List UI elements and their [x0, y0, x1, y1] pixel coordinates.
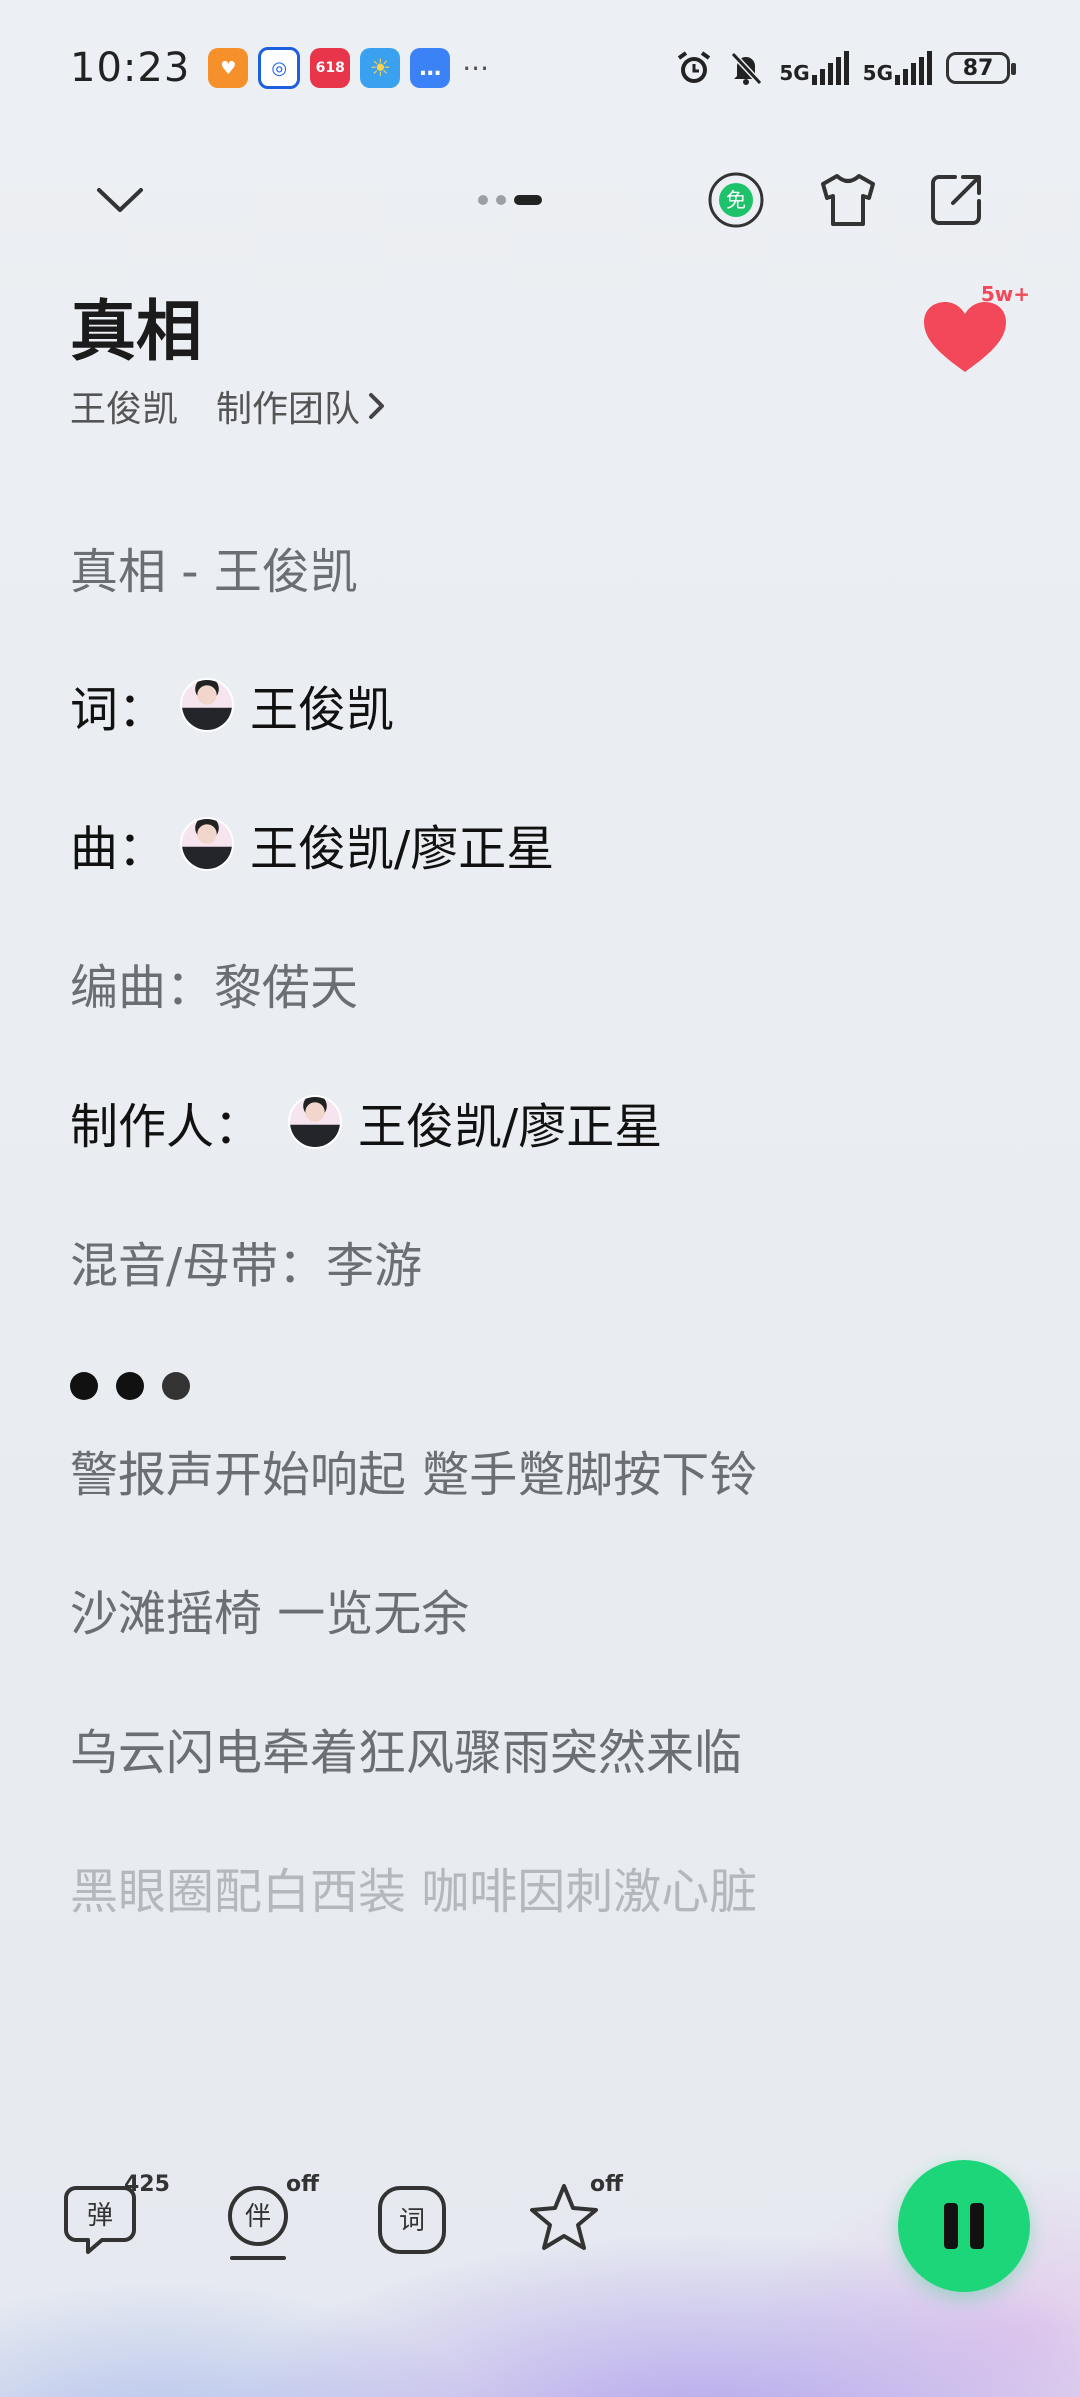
- chevron-right-icon: [369, 393, 385, 419]
- artist-link[interactable]: 王俊凯: [70, 380, 178, 432]
- network-type-2: 5G: [862, 61, 893, 85]
- progress-dot: [162, 1372, 190, 1400]
- mute-bell-icon: [731, 51, 763, 86]
- production-team-label: 制作团队: [216, 389, 361, 430]
- free-badge-icon: 免: [708, 172, 764, 228]
- collapse-button[interactable]: [90, 170, 150, 230]
- theme-skin-button[interactable]: [814, 166, 882, 234]
- lyric-line: 乌云闪电牵着狂风骤雨突然来临: [70, 1713, 742, 1783]
- app-notif-orange-icon: ♥: [208, 48, 249, 88]
- lyrics-icon: 词: [378, 2186, 446, 2254]
- accompany-label: 伴: [245, 2202, 271, 2232]
- progress-dot: [70, 1372, 98, 1400]
- danmaku-label: 弹: [87, 2201, 113, 2231]
- artist-avatar[interactable]: [290, 1097, 341, 1147]
- credit-value[interactable]: 王俊凯/廖正星: [358, 1087, 662, 1157]
- artist-avatar[interactable]: [182, 680, 233, 730]
- lyrics-button[interactable]: 词: [374, 2180, 464, 2270]
- pause-icon: [938, 2203, 990, 2249]
- accompany-state: off: [286, 2172, 319, 2197]
- artist-avatar[interactable]: [182, 819, 233, 869]
- share-button[interactable]: [922, 166, 990, 234]
- credit-producer: 制作人： 王俊凯/廖正星: [70, 1087, 662, 1157]
- credit-value[interactable]: 王俊凯: [250, 670, 394, 740]
- lyric-progress-dots: [70, 1372, 190, 1400]
- battery-level: 87: [962, 55, 994, 81]
- network-type-1: 5G: [779, 61, 810, 85]
- credit-label: 词：: [70, 682, 167, 738]
- heart-icon: [924, 302, 1006, 372]
- accompany-button[interactable]: 伴 off: [224, 2172, 319, 2270]
- status-right-icons: 5G 5G 87: [675, 49, 1016, 87]
- favorite-effect-button[interactable]: off: [528, 2172, 623, 2270]
- credit-lyricist: 词： 王俊凯: [70, 670, 394, 740]
- lyric-line: 警报声开始响起 蹩手蹩脚按下铃: [70, 1435, 757, 1505]
- status-time: 10:23: [70, 45, 191, 91]
- progress-dot: [116, 1372, 144, 1400]
- page-dot: [496, 195, 506, 205]
- lyric-line-title: 真相 - 王俊凯: [70, 532, 358, 602]
- svg-text:免: 免: [726, 188, 746, 212]
- more-notifications-icon: ···: [462, 51, 489, 85]
- page-indicator[interactable]: [478, 160, 542, 240]
- credit-mixing: 混音/母带：李游: [70, 1226, 422, 1296]
- lyric-text: 沙滩摇椅 一览无余: [70, 1586, 470, 1642]
- tshirt-icon: [821, 174, 875, 226]
- credit-label: 制作人：: [70, 1099, 263, 1155]
- credit-label: 曲：: [70, 821, 167, 877]
- production-team-link[interactable]: 制作团队: [216, 380, 386, 432]
- app-notif-weather-icon: ☀: [360, 48, 401, 88]
- battery-indicator: 87: [946, 52, 1016, 84]
- credit-composer: 曲： 王俊凯/廖正星: [70, 809, 554, 879]
- page-dot-active: [514, 195, 542, 205]
- free-mode-button[interactable]: 免: [702, 166, 770, 234]
- notification-icons: ♥ ◎ 618 ☀ …: [208, 47, 451, 89]
- signal-bars-icon: [895, 51, 932, 85]
- song-subtitle: 王俊凯 制作团队: [70, 380, 386, 432]
- lyric-text: 警报声开始响起 蹩手蹩脚按下铃: [70, 1447, 758, 1503]
- player-toolbar: 免: [70, 160, 1010, 240]
- lyric-text: 混音/母带：李游: [70, 1238, 423, 1294]
- lyric-text: 真相 - 王俊凯: [70, 544, 358, 600]
- like-button[interactable]: 5w+: [920, 282, 1030, 378]
- app-notif-blue-icon: ◎: [258, 47, 301, 89]
- lyrics-label: 词: [399, 2206, 425, 2236]
- star-state: off: [590, 2172, 623, 2197]
- app-notif-message-icon: …: [410, 48, 451, 88]
- page-dot: [478, 195, 488, 205]
- song-title: 真相: [70, 293, 202, 370]
- bottom-controls: 弹 425 伴 off 词 off: [62, 2160, 1030, 2292]
- signal-bars-icon: [811, 51, 849, 85]
- lyric-text: 乌云闪电牵着狂风骤雨突然来临: [70, 1725, 743, 1781]
- danmaku-count: 425: [124, 2172, 170, 2197]
- lyric-text: 黑眼圈配白西装 咖啡因刺激心脏: [70, 1864, 758, 1920]
- signal-sim1: 5G: [779, 51, 849, 85]
- alarm-icon: [678, 51, 711, 83]
- status-bar: 10:23 ♥ ◎ 618 ☀ … ··· 5G 5G 87: [70, 38, 1016, 98]
- chevron-down-icon: [97, 188, 143, 212]
- danmaku-button[interactable]: 弹 425: [62, 2172, 170, 2270]
- app-notif-618-icon: 618: [310, 48, 351, 88]
- credit-arranger: 编曲：黎偌天: [70, 948, 358, 1018]
- lyric-text: 编曲：黎偌天: [70, 960, 359, 1016]
- lyric-line: 沙滩摇椅 一览无余: [70, 1574, 469, 1644]
- lyric-line: 黑眼圈配白西装 咖啡因刺激心脏: [70, 1852, 757, 1922]
- share-icon: [931, 175, 981, 225]
- credit-value[interactable]: 王俊凯/廖正星: [250, 809, 554, 879]
- signal-sim2: 5G: [863, 51, 932, 85]
- like-count: 5w+: [980, 282, 1030, 306]
- pause-button[interactable]: [898, 2160, 1030, 2292]
